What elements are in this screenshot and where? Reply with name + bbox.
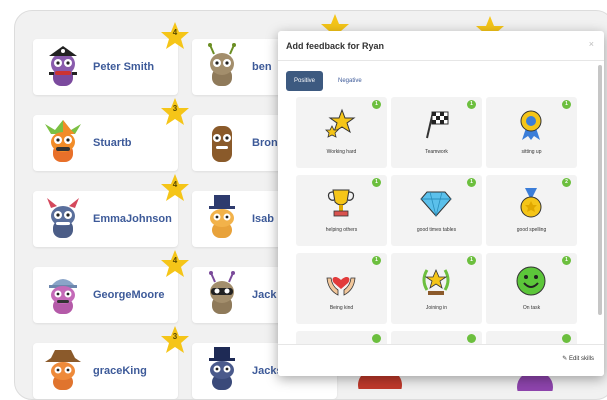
skill-label: Working hard bbox=[326, 149, 357, 155]
rosette-icon bbox=[520, 110, 542, 140]
student-name: ben bbox=[252, 61, 272, 73]
cap-monster-avatar bbox=[49, 279, 77, 314]
points-star: 4 bbox=[160, 21, 190, 51]
points-count: 3 bbox=[172, 104, 178, 113]
student-card[interactable]: Peter Smith bbox=[33, 39, 178, 95]
modal-header: Add feedback for Ryan × bbox=[278, 31, 604, 61]
close-icon[interactable]: × bbox=[589, 39, 594, 49]
skill-count-badge: 1 bbox=[467, 100, 476, 109]
skill-label: Joining in bbox=[425, 305, 448, 311]
heart-hands-icon bbox=[326, 276, 356, 296]
horned-monster-avatar bbox=[47, 198, 79, 238]
modal-footer: ✎ Edit skills bbox=[278, 344, 604, 376]
student-name: Isab bbox=[252, 213, 275, 225]
skill-count-badge: 1 bbox=[372, 178, 381, 187]
skill-tile[interactable]: 1 Being kind bbox=[296, 253, 387, 324]
student-name: Stuartb bbox=[93, 137, 132, 149]
checkered-flags-icon bbox=[426, 111, 449, 139]
skill-count-badge bbox=[372, 334, 381, 343]
skill-count-badge: 1 bbox=[562, 256, 571, 265]
antenna-monster-avatar bbox=[208, 43, 236, 86]
skill-label: good times tables bbox=[416, 227, 457, 233]
skill-label: good spelling bbox=[516, 227, 547, 233]
points-count: 4 bbox=[172, 180, 178, 189]
modal-title: Add feedback for Ryan bbox=[286, 41, 385, 51]
tab-positive[interactable]: Positive bbox=[286, 71, 324, 91]
student-name: graceKing bbox=[93, 365, 147, 377]
edit-skills-label: Edit skills bbox=[568, 356, 594, 362]
skill-tile[interactable]: 1 Working hard bbox=[296, 97, 387, 168]
points-star: 3 bbox=[160, 97, 190, 127]
tophat-monster-avatar bbox=[209, 195, 235, 238]
skill-tile[interactable]: 1 sitting up bbox=[486, 97, 577, 168]
skill-label: On task bbox=[522, 305, 541, 311]
skill-tile[interactable]: 2 good spelling bbox=[486, 175, 577, 246]
trophy-icon bbox=[327, 189, 355, 217]
glasses-monster-avatar bbox=[209, 271, 235, 314]
diamond-icon bbox=[420, 191, 452, 217]
points-star: 3 bbox=[160, 325, 190, 355]
skill-label: Teamwork bbox=[425, 149, 448, 155]
skill-tile[interactable]: 1 On task bbox=[486, 253, 577, 324]
points-star: 4 bbox=[160, 249, 190, 279]
medal-icon bbox=[520, 188, 542, 218]
smiley-icon bbox=[516, 266, 546, 296]
pencil-icon: ✎ bbox=[562, 356, 568, 362]
skill-count-badge: 2 bbox=[562, 178, 571, 187]
skill-label: sitting up bbox=[521, 149, 542, 155]
cowboy-monster-avatar bbox=[45, 350, 81, 390]
stars-icon bbox=[325, 108, 356, 138]
skill-tile[interactable]: 1 helping others bbox=[296, 175, 387, 246]
student-card[interactable]: EmmaJohnson bbox=[33, 191, 178, 247]
skill-count-badge: 1 bbox=[467, 178, 476, 187]
feedback-modal: Add feedback for Ryan × Positive Negativ… bbox=[278, 31, 604, 376]
skill-count-badge bbox=[562, 334, 571, 343]
skill-label: helping others bbox=[325, 227, 358, 233]
student-name: Jack bbox=[252, 289, 277, 301]
brown-monster-avatar bbox=[212, 126, 232, 162]
student-name: Bron bbox=[252, 137, 278, 149]
tophat-monster-avatar bbox=[209, 347, 235, 390]
skill-count-badge: 1 bbox=[467, 256, 476, 265]
skill-tile[interactable]: 1 Teamwork bbox=[391, 97, 482, 168]
skill-count-badge: 1 bbox=[372, 256, 381, 265]
tab-negative[interactable]: Negative bbox=[330, 71, 370, 91]
jester-monster-avatar bbox=[45, 120, 81, 162]
student-name: GeorgeMoore bbox=[93, 289, 165, 301]
skill-tile[interactable]: 1 good times tables bbox=[391, 175, 482, 246]
laurel-star-icon bbox=[422, 268, 450, 295]
student-card[interactable]: GeorgeMoore bbox=[33, 267, 178, 323]
skill-count-badge: 1 bbox=[372, 100, 381, 109]
modal-scrollbar[interactable] bbox=[598, 65, 602, 315]
skill-tile[interactable]: 1 Joining in bbox=[391, 253, 482, 324]
student-name: Peter Smith bbox=[93, 61, 155, 73]
skill-count-badge bbox=[467, 334, 476, 343]
skill-count-badge: 1 bbox=[562, 100, 571, 109]
points-count: 4 bbox=[172, 28, 178, 37]
skill-label: Being kind bbox=[329, 305, 354, 311]
edit-skills-link[interactable]: ✎ Edit skills bbox=[562, 355, 594, 362]
points-count: 3 bbox=[172, 332, 178, 341]
points-star: 4 bbox=[160, 173, 190, 203]
student-card[interactable]: graceKing bbox=[33, 343, 178, 399]
points-count: 4 bbox=[172, 256, 178, 265]
student-card[interactable]: Stuartb bbox=[33, 115, 178, 171]
pirate-monster-avatar bbox=[49, 46, 77, 86]
